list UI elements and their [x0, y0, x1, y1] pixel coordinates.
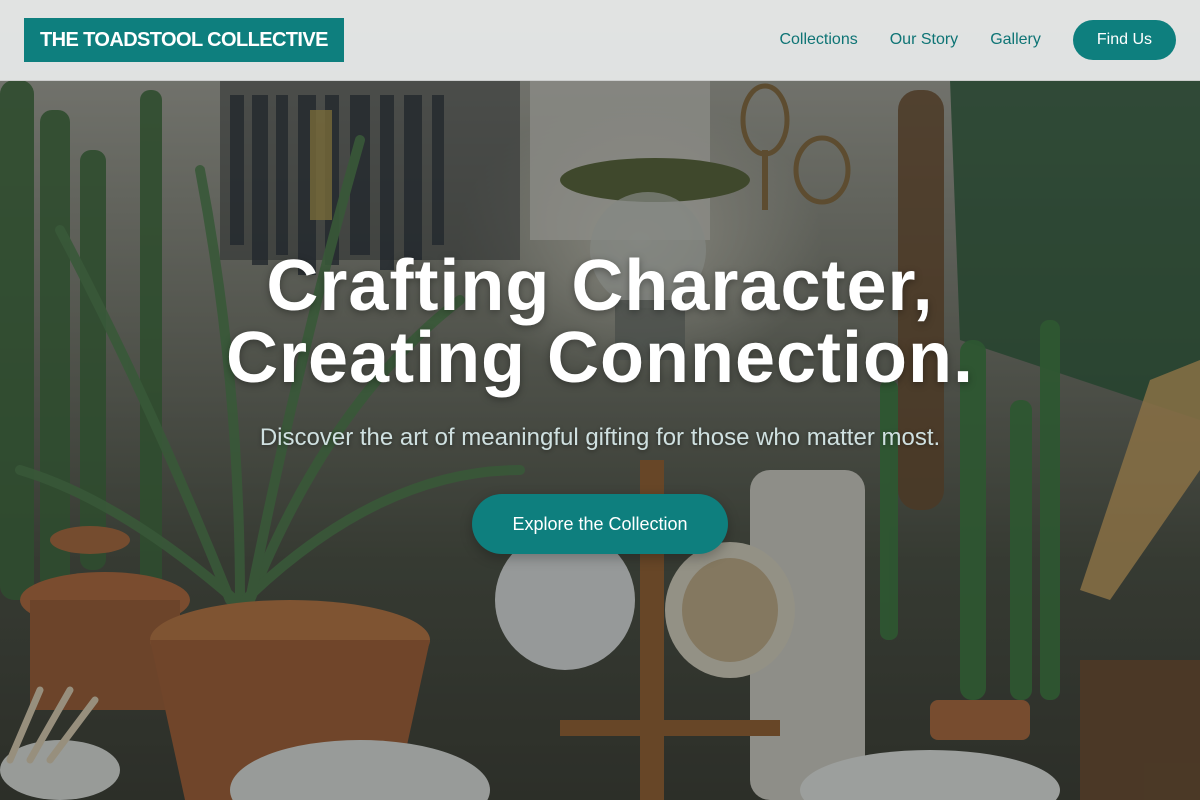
nav-link-collections[interactable]: Collections	[779, 31, 857, 49]
main-nav: Collections Our Story Gallery Find Us	[747, 20, 1176, 60]
hero-headline-line1: Crafting Character,	[266, 246, 934, 326]
nav-link-our-story[interactable]: Our Story	[890, 31, 958, 49]
hero-content: Crafting Character, Creating Connection.…	[0, 250, 1200, 554]
site-logo[interactable]: THE TOADSTOOL COLLECTIVE	[24, 18, 344, 62]
hero-headline-line2: Creating Connection.	[225, 318, 974, 398]
explore-collection-button[interactable]: Explore the Collection	[472, 494, 728, 554]
site-header: THE TOADSTOOL COLLECTIVE Collections Our…	[0, 0, 1200, 81]
hero-subheadline: Discover the art of meaningful gifting f…	[259, 424, 941, 451]
find-us-button[interactable]: Find Us	[1072, 20, 1176, 60]
hero-headline: Crafting Character, Creating Connection.	[0, 250, 1200, 394]
nav-link-gallery[interactable]: Gallery	[990, 31, 1041, 49]
